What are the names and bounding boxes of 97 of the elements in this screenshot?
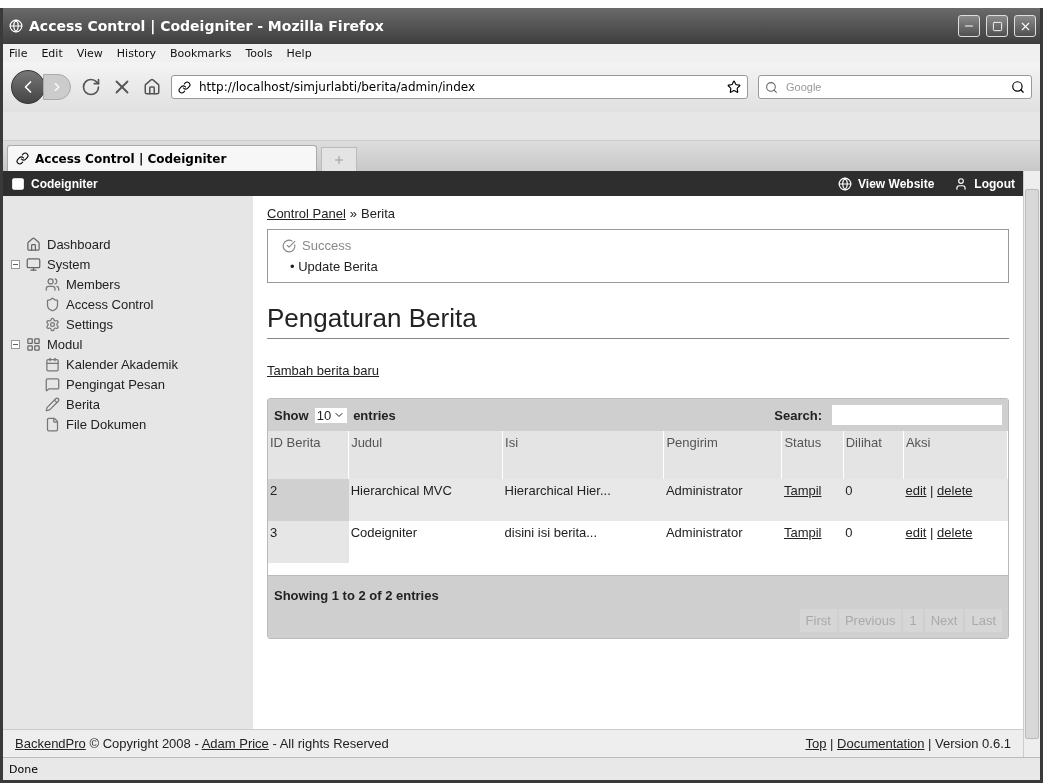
sidebar-item[interactable]: Members (66, 276, 121, 292)
home-icon[interactable] (143, 78, 161, 96)
pencil-icon (45, 396, 60, 412)
menu-item[interactable]: Tools (245, 46, 273, 60)
delete-link[interactable]: delete (937, 483, 973, 498)
house-icon (26, 236, 41, 252)
window-icon (11, 176, 25, 191)
footer-link[interactable]: Adam Price (201, 736, 269, 751)
collapse-icon[interactable] (11, 339, 20, 349)
window-title: Access Control | Codeigniter - Mozilla Firefox (29, 18, 385, 34)
separator: | (929, 483, 935, 498)
column-header[interactable]: Pengirim (663, 431, 782, 479)
edit-link[interactable]: edit (905, 525, 927, 540)
search-box[interactable]: Google (758, 75, 1032, 99)
table-cell: 2 (268, 479, 349, 521)
grid-icon (26, 336, 41, 352)
menu-item[interactable]: Help (286, 46, 312, 60)
show-label: Show (274, 407, 309, 423)
sidebar-item[interactable]: Settings (66, 316, 113, 332)
delete-link[interactable]: delete (937, 525, 973, 540)
table-search-field[interactable] (832, 405, 1002, 425)
calendar-icon (45, 356, 60, 372)
back-button[interactable] (11, 70, 45, 104)
message-item: Update Berita (298, 259, 378, 274)
close-button[interactable] (1014, 15, 1036, 37)
sidebar-item[interactable]: Modul (47, 336, 83, 352)
check-icon (282, 238, 296, 253)
sidebar-item[interactable]: Kalender Akademik (66, 356, 178, 372)
users-icon (45, 276, 60, 292)
status-text: Done (3, 757, 1040, 780)
footer-link[interactable]: BackendPro (15, 736, 86, 751)
site-brand: Codeigniter (31, 176, 99, 191)
table-info: Showing 1 to 2 of 2 entries (274, 588, 440, 603)
speech-bubble-icon (45, 376, 60, 392)
column-header[interactable]: Dilihat (843, 431, 904, 479)
add-link[interactable]: Tambah berita baru (267, 363, 379, 378)
footer-link[interactable]: Top (805, 736, 827, 751)
footer-link[interactable]: Documentation (837, 736, 925, 751)
menu-item[interactable]: File (9, 46, 28, 60)
scrollbar[interactable] (1023, 171, 1040, 757)
url-text: http://localhost/simjurlabti/berita/admin/index (199, 80, 476, 94)
bullet: • (290, 259, 295, 274)
maximize-button[interactable] (986, 15, 1008, 37)
sidebar-item[interactable]: File Dokumen (66, 416, 147, 432)
table-cell: 0 (843, 479, 904, 521)
column-header[interactable]: ID Berita (268, 431, 349, 479)
star-icon[interactable] (727, 80, 741, 94)
header-link[interactable]: View Website (838, 176, 935, 191)
separator: | (929, 525, 935, 540)
search-icon[interactable] (1011, 80, 1025, 94)
column-header[interactable]: Status (781, 431, 844, 479)
table-cell: 3 (268, 521, 349, 563)
maximize-icon (991, 20, 1003, 32)
menu-item[interactable]: Bookmarks (170, 46, 232, 60)
gear-icon (45, 316, 60, 332)
sidebar-item[interactable]: Access Control (66, 296, 154, 312)
column-header[interactable]: Judul (348, 431, 503, 479)
search-label: Search: (774, 407, 822, 423)
menu-item[interactable]: Edit (41, 46, 63, 60)
shield-icon (45, 296, 60, 312)
browser-tab[interactable]: Access Control | Codeigniter (7, 145, 317, 171)
table-cell: Hierarchical Hier... (502, 479, 664, 521)
user-icon (954, 176, 969, 191)
reload-icon[interactable] (81, 77, 101, 97)
table-cell: Administrator (663, 479, 782, 521)
minimize-button[interactable] (958, 15, 980, 37)
entries-label: entries (353, 407, 397, 423)
search-engine-icon[interactable] (765, 80, 778, 94)
menu-item[interactable]: View (76, 46, 103, 60)
sidebar-item[interactable]: Dashboard (47, 236, 111, 252)
sidebar-item[interactable]: Berita (66, 396, 100, 412)
computer-icon (26, 256, 41, 272)
status-link[interactable]: Tampil (783, 483, 822, 498)
column-header[interactable]: Aksi (903, 431, 1008, 479)
breadcrumb-link[interactable]: Control Panel (267, 206, 346, 221)
sidebar-item[interactable]: System (47, 256, 91, 272)
header-link[interactable]: Logout (954, 176, 1015, 191)
message-title: Success (302, 238, 352, 253)
breadcrumb-current: Berita (361, 206, 395, 221)
page-size-select[interactable]: 10 (314, 407, 348, 423)
plus-icon (333, 153, 345, 166)
table-cell: Codeigniter (348, 521, 503, 563)
page-heading: Pengaturan Berita (267, 303, 1009, 339)
version-text: Top | Documentation | Version 0.6.1 (805, 736, 1011, 751)
column-header[interactable]: Isi (502, 431, 664, 479)
globe-icon (838, 176, 853, 191)
breadcrumb-separator: » (349, 206, 357, 221)
search-field[interactable]: Google (784, 80, 1005, 94)
table-cell: Hierarchical MVC (348, 479, 503, 521)
copyright-text: BackendPro © Copyright 2008 - Adam Price - All rights Reserved (15, 736, 389, 751)
menu-item[interactable]: History (116, 46, 156, 60)
edit-link[interactable]: edit (905, 483, 927, 498)
status-link[interactable]: Tampil (783, 525, 822, 540)
document-icon (45, 416, 60, 432)
address-field[interactable]: http://localhost/simjurlabti/berita/admin/index (171, 75, 748, 99)
sidebar-item[interactable]: Pengingat Pesan (66, 376, 166, 392)
collapse-icon[interactable] (11, 259, 20, 269)
